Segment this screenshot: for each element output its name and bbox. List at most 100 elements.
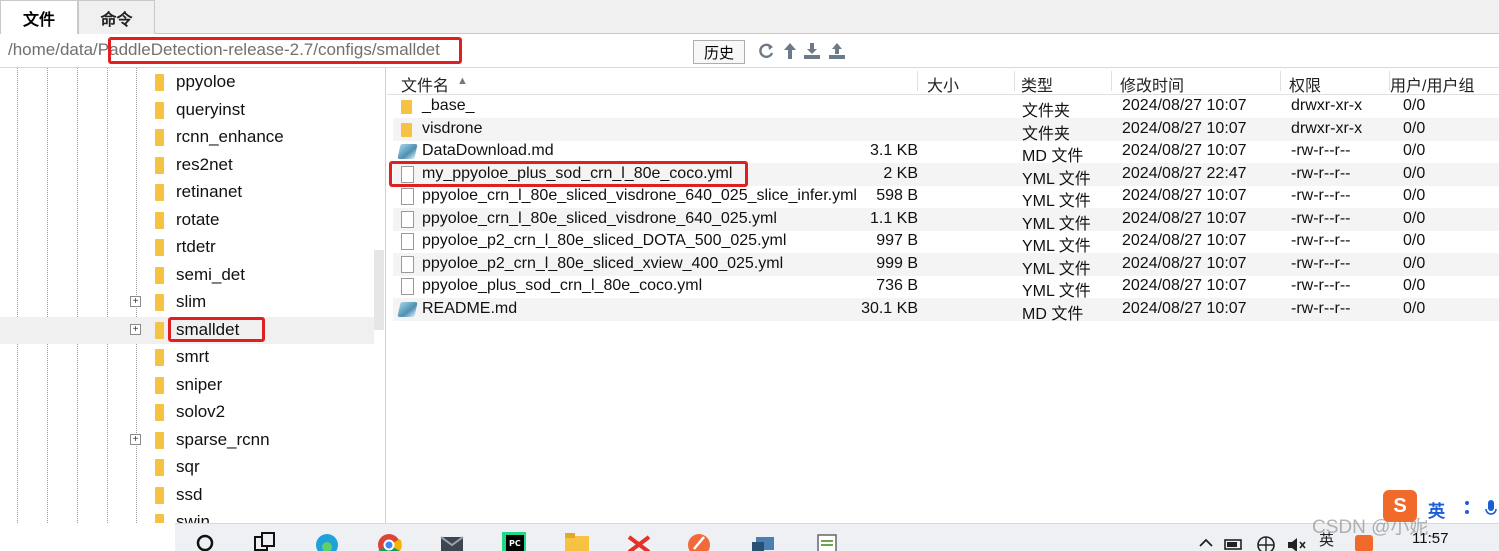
tree-scrollbar[interactable] bbox=[374, 250, 384, 330]
column-modified[interactable]: 修改时间 bbox=[1120, 72, 1184, 96]
tree-item[interactable]: solov2 bbox=[0, 399, 374, 426]
tab-bar: 文件 命令 bbox=[0, 0, 1499, 35]
column-permissions[interactable]: 权限 bbox=[1289, 72, 1321, 96]
xmind-icon[interactable] bbox=[625, 529, 653, 551]
volume-muted-icon[interactable] bbox=[1285, 529, 1307, 551]
tree-item[interactable]: rotate bbox=[0, 207, 374, 234]
file-modified: 2024/08/27 10:07 bbox=[1122, 119, 1247, 137]
sogou-ime-icon[interactable]: S bbox=[1383, 490, 1417, 522]
app-orange-icon[interactable] bbox=[685, 529, 713, 551]
file-row[interactable]: ppyoloe_p2_crn_l_80e_sliced_DOTA_500_025… bbox=[393, 230, 1499, 255]
file-permissions: -rw-r--r-- bbox=[1291, 277, 1351, 295]
column-divider[interactable] bbox=[917, 71, 918, 91]
file-permissions: drwxr-xr-x bbox=[1291, 97, 1363, 114]
tree-item-label: res2net bbox=[176, 154, 233, 174]
file-row[interactable]: _base_ 文件夹 2024/08/27 10:07 drwxr-xr-x 0/0 bbox=[393, 95, 1499, 120]
file-row[interactable]: ppyoloe_crn_l_80e_sliced_visdrone_640_02… bbox=[393, 185, 1499, 210]
remote-desktop-icon[interactable] bbox=[750, 529, 778, 551]
ime-microphone-icon[interactable] bbox=[1484, 498, 1498, 518]
column-owner[interactable]: 用户/用户组 bbox=[1390, 72, 1474, 96]
task-view-icon[interactable] bbox=[250, 529, 278, 551]
pycharm-icon[interactable]: PC bbox=[500, 529, 528, 551]
arrow-up-icon[interactable] bbox=[780, 41, 800, 61]
tree-item[interactable]: retinanet bbox=[0, 179, 374, 206]
column-divider[interactable] bbox=[1111, 71, 1112, 91]
folder-icon bbox=[155, 431, 164, 449]
tree-item[interactable]: ppyoloe bbox=[0, 69, 374, 96]
folder-icon bbox=[155, 101, 164, 119]
tree-item-label: smrt bbox=[176, 347, 210, 366]
network-globe-icon[interactable] bbox=[1255, 529, 1277, 551]
tree-item[interactable]: smrt bbox=[0, 344, 374, 371]
tree-item-label: solov2 bbox=[176, 402, 226, 421]
taskbar-clock[interactable]: 11:57 bbox=[1412, 530, 1448, 547]
column-type[interactable]: 类型 bbox=[1021, 72, 1053, 96]
tree-item[interactable]: + slim bbox=[0, 289, 374, 316]
expand-toggle-icon[interactable]: + bbox=[130, 296, 141, 307]
file-row[interactable]: ppyoloe_plus_sod_crn_l_80e_coco.yml 736 B… bbox=[393, 275, 1499, 300]
file-explorer-icon[interactable] bbox=[563, 529, 591, 551]
mail-icon[interactable] bbox=[438, 529, 466, 551]
refresh-icon[interactable] bbox=[756, 41, 776, 61]
markdown-file-icon bbox=[397, 144, 418, 160]
file-icon bbox=[401, 233, 414, 251]
file-owner: 0/0 bbox=[1403, 299, 1426, 317]
file-permissions: -rw-r--r-- bbox=[1291, 254, 1351, 272]
tree-item[interactable]: rtdetr bbox=[0, 234, 374, 261]
file-size: 997 B bbox=[876, 232, 918, 250]
chevron-up-icon[interactable] bbox=[1197, 529, 1215, 551]
ime-language-toggle[interactable]: 英 bbox=[1428, 497, 1445, 522]
folder-icon bbox=[155, 459, 164, 476]
download-icon[interactable] bbox=[802, 41, 822, 61]
folder-icon bbox=[155, 211, 164, 229]
history-button[interactable]: 历史 bbox=[693, 40, 745, 64]
expand-toggle-icon[interactable]: + bbox=[130, 323, 141, 335]
chrome-icon[interactable] bbox=[375, 529, 403, 551]
file-name: README.md bbox=[422, 299, 518, 317]
tree-item[interactable]: swin bbox=[0, 509, 374, 523]
tree-item[interactable]: + smalldet bbox=[0, 316, 374, 344]
tree-item[interactable]: + sparse_rcnn bbox=[0, 427, 374, 454]
file-row[interactable]: README.md 30.1 KB MD 文件 2024/08/27 10:07 -rw… bbox=[393, 297, 1499, 323]
file-permissions: -rw-r--r-- bbox=[1291, 209, 1351, 227]
tree-item[interactable]: ssd bbox=[0, 482, 374, 509]
tree-item[interactable]: queryinst bbox=[0, 97, 374, 124]
edge-browser-icon[interactable] bbox=[313, 529, 341, 551]
file-size: 30.1 KB bbox=[861, 299, 918, 317]
file-row[interactable]: visdrone 文件夹 2024/08/27 10:07 drwxr-xr-x 0/0 bbox=[393, 117, 1499, 143]
file-row[interactable]: ppyoloe_p2_crn_l_80e_sliced_xview_400_02… bbox=[393, 252, 1499, 278]
tree-item[interactable]: sniper bbox=[0, 372, 374, 399]
upload-icon[interactable] bbox=[827, 41, 847, 61]
column-divider[interactable] bbox=[1014, 71, 1015, 91]
path-input[interactable]: /home/data/PaddleDetection-release-2.7/c… bbox=[8, 40, 440, 60]
tree-item-label: queryinst bbox=[176, 99, 245, 119]
file-size: 736 B bbox=[876, 277, 918, 295]
column-size[interactable]: 大小 bbox=[927, 72, 959, 96]
path-bar: /home/data/PaddleDetection-release-2.7/c… bbox=[0, 34, 1499, 68]
tree-item-label: retinanet bbox=[176, 182, 243, 201]
expand-toggle-icon[interactable]: + bbox=[130, 433, 141, 445]
tab-files[interactable]: 文件 bbox=[0, 0, 78, 35]
file-row[interactable]: my_ppyoloe_plus_sod_crn_l_80e_coco.yml 2 … bbox=[393, 162, 1499, 188]
file-list: 文件名 ▲ 大小 类型 修改时间 权限 用户/用户组 _base_ 文件夹 2024… bbox=[387, 68, 1499, 523]
ime-punctuation-icon[interactable] bbox=[1460, 498, 1474, 518]
file-list-header: 文件名 ▲ 大小 类型 修改时间 权限 用户/用户组 bbox=[387, 68, 1499, 95]
tree-item[interactable]: semi_det bbox=[0, 262, 374, 289]
tree-item[interactable]: res2net bbox=[0, 152, 374, 179]
folder-icon bbox=[401, 100, 412, 114]
file-permissions: drwxr-xr-x bbox=[1291, 119, 1363, 137]
tree-item[interactable]: rcnn_enhance bbox=[0, 124, 374, 151]
markdown-file-icon bbox=[397, 301, 418, 317]
notepad-icon[interactable] bbox=[813, 529, 841, 551]
tree-item[interactable]: sqr bbox=[0, 454, 374, 481]
tab-commands[interactable]: 命令 bbox=[78, 0, 155, 34]
folder-icon bbox=[155, 156, 164, 174]
folder-icon bbox=[155, 74, 164, 91]
column-divider[interactable] bbox=[1280, 71, 1281, 91]
file-owner: 0/0 bbox=[1403, 164, 1426, 182]
file-row[interactable]: ppyoloe_crn_l_80e_sliced_visdrone_640_02… bbox=[393, 207, 1499, 233]
column-name[interactable]: 文件名 bbox=[401, 72, 449, 96]
file-row[interactable]: DataDownload.md 3.1 KB MD 文件 2024/08/27 10:… bbox=[393, 140, 1499, 165]
file-permissions: -rw-r--r-- bbox=[1291, 142, 1351, 160]
search-icon[interactable] bbox=[193, 529, 221, 551]
